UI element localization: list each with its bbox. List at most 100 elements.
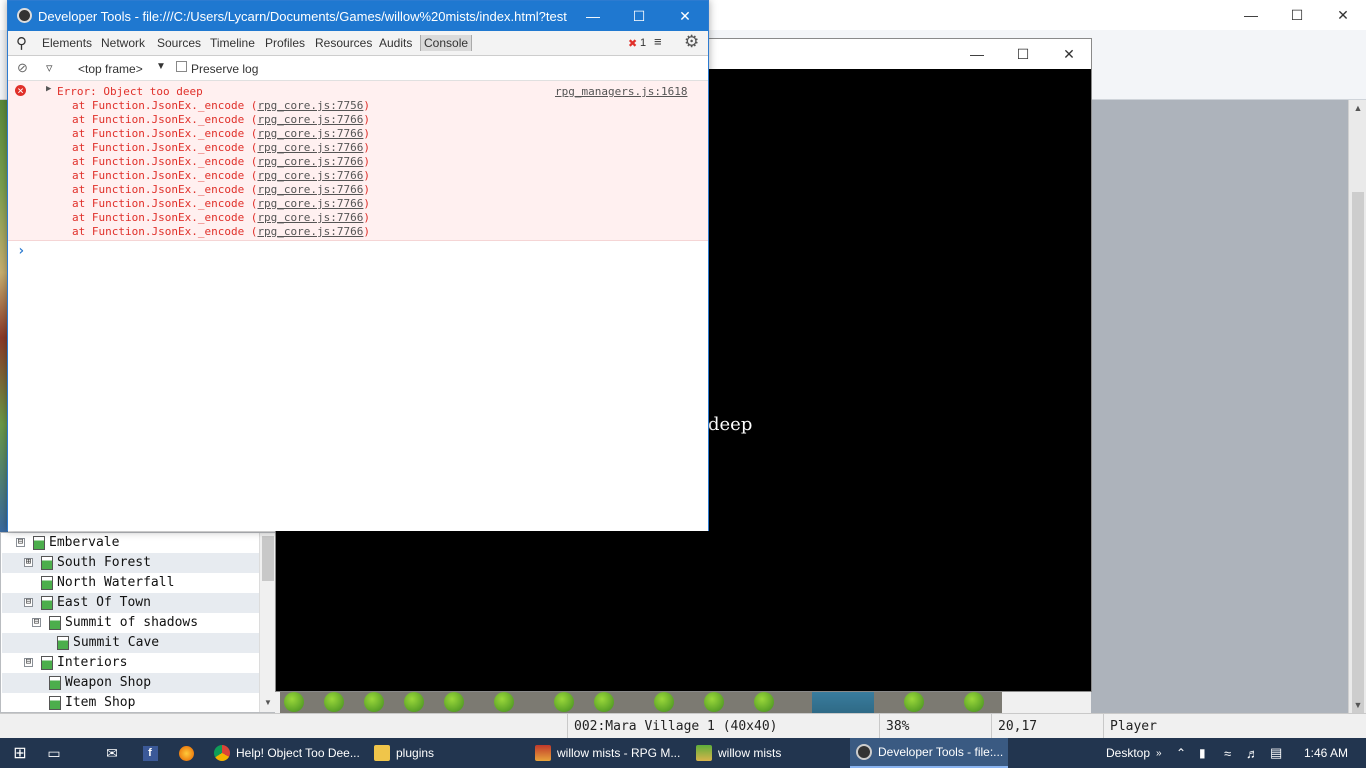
stack-frame-link[interactable]: rpg_core.js:7766 bbox=[257, 113, 363, 126]
frame-selector[interactable]: <top frame> bbox=[78, 62, 143, 76]
clock[interactable]: 1:46 AM bbox=[1304, 738, 1348, 768]
preserve-log-checkbox[interactable] bbox=[176, 61, 187, 72]
map-tree-item[interactable]: ⊟ East Of Town bbox=[2, 593, 259, 613]
collapse-icon[interactable]: ⊟ bbox=[24, 598, 33, 607]
expand-triangle-icon[interactable]: ▶ bbox=[46, 84, 51, 94]
map-icon bbox=[41, 656, 53, 670]
scroll-up-icon[interactable]: ▲ bbox=[1349, 100, 1366, 116]
taskbar-item-label: plugins bbox=[396, 746, 435, 760]
stack-frame-link[interactable]: rpg_core.js:7766 bbox=[257, 155, 363, 168]
collapse-icon[interactable]: ⊟ bbox=[24, 658, 33, 667]
scroll-down-icon[interactable]: ▼ bbox=[260, 698, 276, 712]
chevron-up-icon[interactable]: ⌃ bbox=[1176, 738, 1186, 768]
scroll-thumb[interactable] bbox=[262, 536, 274, 581]
taskbar-item-chrome[interactable]: Help! Object Too Dee... bbox=[208, 738, 362, 768]
task-view-icon[interactable]: ▭ bbox=[42, 738, 66, 768]
collapse-icon[interactable]: ⊟ bbox=[16, 538, 25, 547]
error-source-link[interactable]: rpg_managers.js:1618 bbox=[555, 85, 687, 98]
bush-tile bbox=[324, 692, 344, 712]
action-center-icon[interactable]: ▤ bbox=[1270, 738, 1282, 768]
error-count-icon[interactable]: ✖ bbox=[628, 37, 637, 50]
console-error-message[interactable]: × ▶ Error: Object too deep rpg_managers.… bbox=[8, 81, 708, 241]
stack-frame-link[interactable]: rpg_core.js:7766 bbox=[257, 197, 363, 210]
map-icon bbox=[33, 536, 45, 550]
desktop-toolbar[interactable]: Desktop bbox=[1106, 738, 1150, 768]
bush-tile bbox=[494, 692, 514, 712]
map-tree-item[interactable]: North Waterfall bbox=[2, 573, 259, 593]
mail-icon[interactable]: ✉ bbox=[100, 738, 124, 768]
stack-frame-link[interactable]: rpg_core.js:7766 bbox=[257, 169, 363, 182]
game-error-message: deep bbox=[708, 414, 753, 435]
stack-frame: at Function.JsonEx._encode (rpg_core.js:… bbox=[72, 225, 371, 238]
tab-timeline[interactable]: Timeline bbox=[210, 36, 255, 50]
taskbar-item-devtools[interactable]: Developer Tools - file:... bbox=[850, 738, 1008, 768]
console-prompt[interactable]: › bbox=[17, 243, 25, 259]
minimize-button[interactable]: — bbox=[1228, 0, 1274, 30]
map-tree-item[interactable]: ⊟ Interiors bbox=[2, 653, 259, 673]
tab-resources[interactable]: Resources bbox=[315, 36, 372, 50]
close-button[interactable]: ✕ bbox=[1046, 39, 1092, 69]
water-tile bbox=[812, 690, 874, 713]
map-tree-scrollbar[interactable]: ▼ bbox=[259, 533, 275, 712]
filter-funnel-icon[interactable]: ▿ bbox=[46, 60, 53, 76]
bush-tile bbox=[284, 692, 304, 712]
firefox-icon[interactable] bbox=[174, 738, 198, 768]
bush-tile bbox=[404, 692, 424, 712]
chevron-down-icon[interactable]: ▼ bbox=[156, 61, 166, 72]
wifi-icon[interactable]: ≈ bbox=[1224, 738, 1231, 768]
stack-frame-link[interactable]: rpg_core.js:7766 bbox=[257, 225, 363, 238]
volume-icon[interactable]: ♬ bbox=[1246, 738, 1259, 768]
map-tree-item[interactable]: ⊞ South Forest bbox=[2, 553, 259, 573]
tab-elements[interactable]: Elements bbox=[42, 36, 92, 50]
map-tree-item[interactable]: Item Shop bbox=[2, 693, 259, 713]
maximize-button[interactable]: ☐ bbox=[616, 1, 662, 31]
windows-start-icon[interactable]: ⊞ bbox=[8, 738, 32, 768]
editor-vertical-scrollbar[interactable]: ▲ ▼ bbox=[1348, 100, 1366, 768]
stack-frame: at Function.JsonEx._encode (rpg_core.js:… bbox=[72, 113, 371, 126]
scroll-down-icon[interactable]: ▼ bbox=[1349, 697, 1366, 713]
settings-gear-icon[interactable]: ⚙ bbox=[684, 32, 699, 52]
maximize-button[interactable]: ☐ bbox=[1000, 39, 1046, 69]
close-button[interactable]: ✕ bbox=[1320, 0, 1366, 30]
map-tiles[interactable] bbox=[280, 690, 1002, 713]
error-count-badge[interactable]: 1 bbox=[640, 37, 646, 49]
close-button[interactable]: ✕ bbox=[662, 1, 708, 31]
tab-network[interactable]: Network bbox=[101, 36, 145, 50]
battery-icon[interactable]: ▮ bbox=[1199, 738, 1206, 768]
stack-frame-link[interactable]: rpg_core.js:7766 bbox=[257, 141, 363, 154]
map-icon bbox=[49, 676, 61, 690]
map-tree-item[interactable]: ⊟ Summit of shadows bbox=[2, 613, 259, 633]
stack-frame-link[interactable]: rpg_core.js:7766 bbox=[257, 211, 363, 224]
bush-tile bbox=[654, 692, 674, 712]
map-editor-area[interactable] bbox=[1091, 100, 1348, 713]
map-tree-item[interactable]: Weapon Shop bbox=[2, 673, 259, 693]
stack-frame-link[interactable]: rpg_core.js:7766 bbox=[257, 127, 363, 140]
stack-frame-link[interactable]: rpg_core.js:7766 bbox=[257, 183, 363, 196]
tab-profiles[interactable]: Profiles bbox=[265, 36, 305, 50]
map-icon bbox=[49, 616, 61, 630]
scroll-thumb[interactable] bbox=[1352, 192, 1364, 768]
chevron-right-icon[interactable]: » bbox=[1156, 738, 1162, 768]
tab-sources[interactable]: Sources bbox=[157, 36, 201, 50]
clear-console-icon[interactable]: ⊘ bbox=[17, 60, 28, 76]
inspect-search-icon[interactable]: ⚲ bbox=[16, 34, 27, 52]
rpgmaker-icon bbox=[535, 745, 551, 761]
tab-audits[interactable]: Audits bbox=[379, 36, 412, 50]
map-tree-item[interactable]: Summit Cave bbox=[2, 633, 259, 653]
collapse-icon[interactable]: ⊟ bbox=[32, 618, 41, 627]
maximize-button[interactable]: ☐ bbox=[1274, 0, 1320, 30]
stack-frame-link[interactable]: rpg_core.js:7756 bbox=[257, 99, 363, 112]
taskbar-item-rpgmaker[interactable]: willow mists - RPG M... bbox=[529, 738, 683, 768]
stack-frame: at Function.JsonEx._encode (rpg_core.js:… bbox=[72, 183, 371, 196]
minimize-button[interactable]: — bbox=[954, 39, 1000, 69]
map-tree-item[interactable]: ⊟ Embervale bbox=[2, 533, 259, 553]
taskbar-item-plugins[interactable]: plugins bbox=[368, 738, 522, 768]
taskbar-item-game[interactable]: willow mists bbox=[690, 738, 844, 768]
minimize-button[interactable]: — bbox=[570, 1, 616, 31]
console-output[interactable]: × ▶ Error: Object too deep rpg_managers.… bbox=[8, 81, 708, 531]
drawer-toggle-icon[interactable]: ≡ bbox=[654, 34, 662, 49]
folder-icon bbox=[374, 745, 390, 761]
expand-icon[interactable]: ⊞ bbox=[24, 558, 33, 567]
tab-console[interactable]: Console bbox=[420, 35, 473, 51]
facebook-icon[interactable]: f bbox=[138, 738, 162, 768]
